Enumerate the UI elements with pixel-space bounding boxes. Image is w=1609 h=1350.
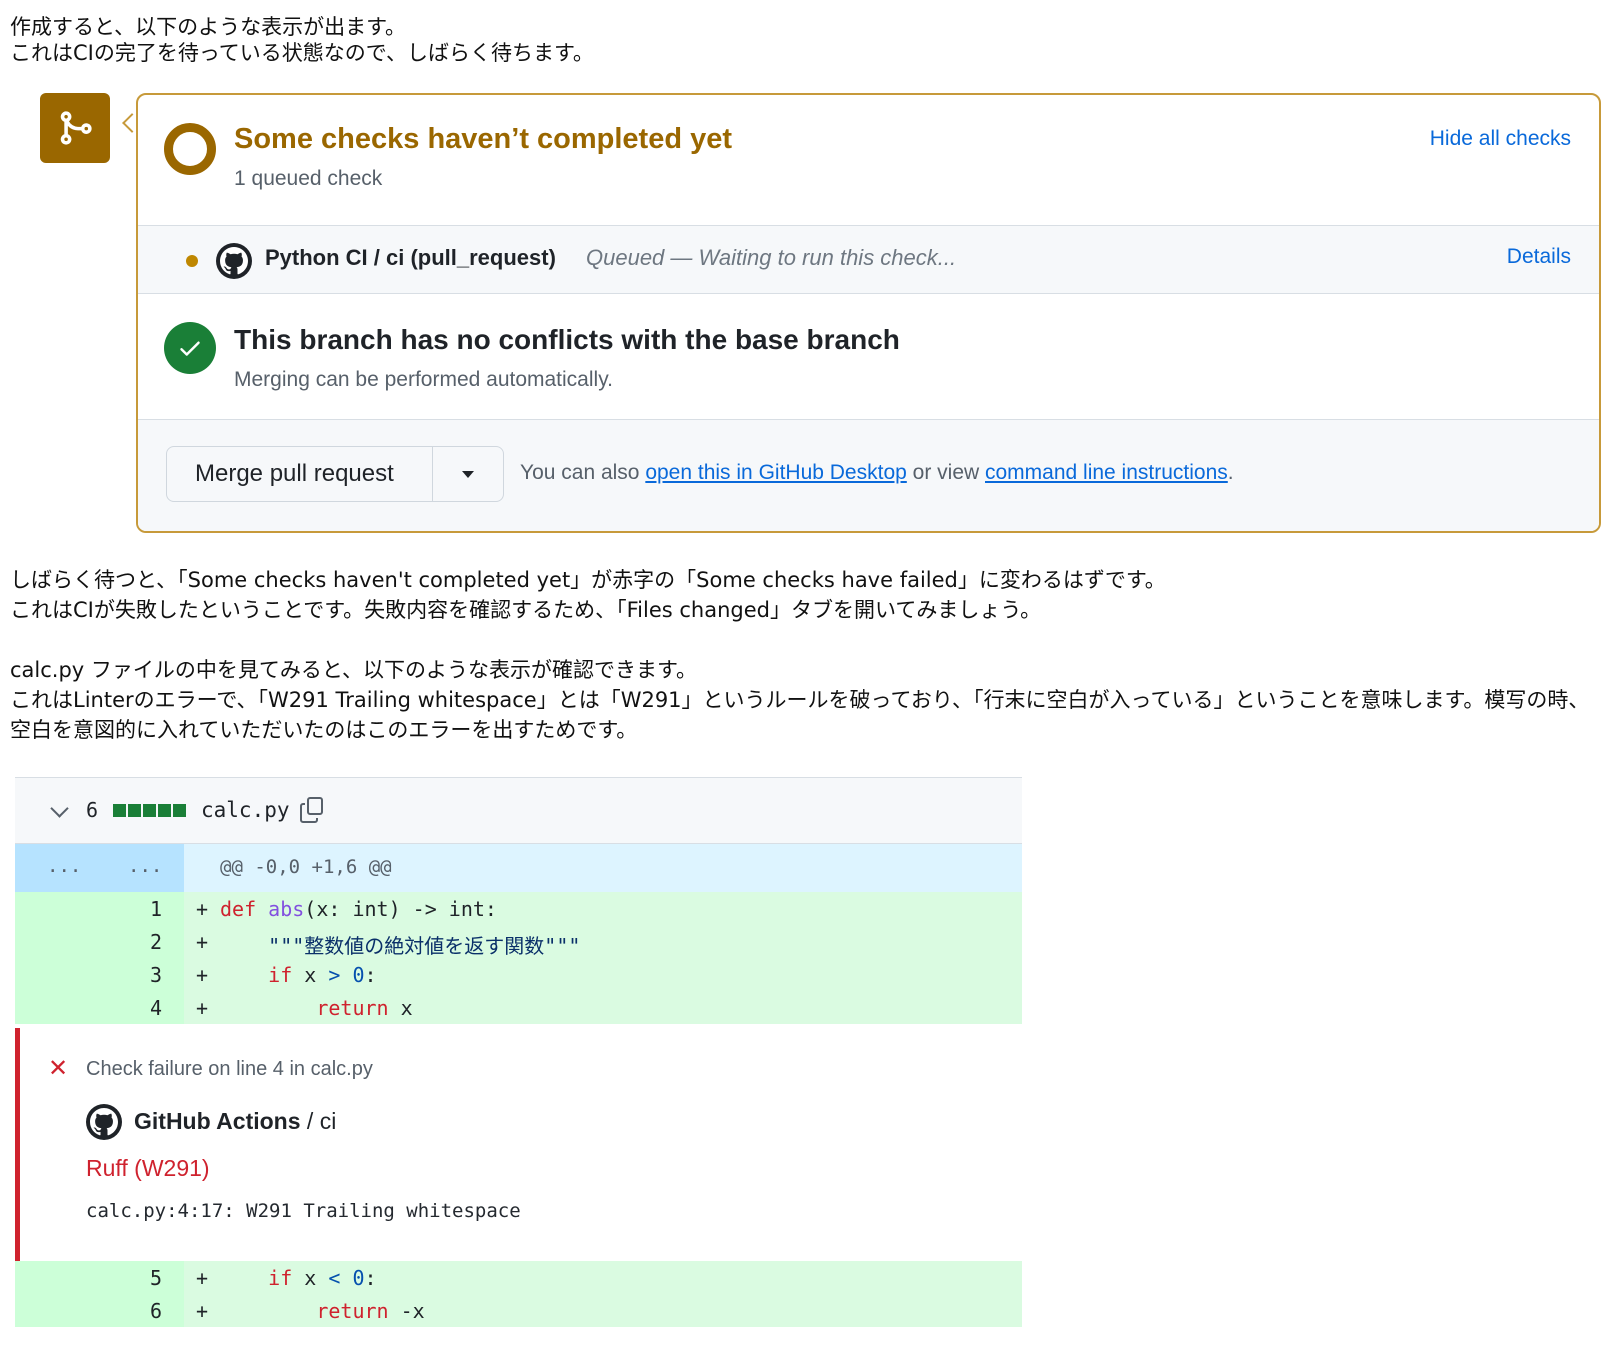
pending-ring-icon bbox=[164, 123, 216, 175]
diff-line: 4 + return x bbox=[15, 991, 1022, 1024]
annotation-message: calc.py:4:17: W291 Trailing whitespace bbox=[86, 1200, 521, 1222]
intro-paragraph: 作成すると、以下のような表示が出ます。 これはCIの完了を待っている状態なので、… bbox=[10, 12, 594, 68]
copy-icon[interactable] bbox=[299, 796, 325, 824]
hunk-expand-right[interactable]: ... bbox=[128, 855, 162, 877]
line-sign: + bbox=[196, 963, 209, 987]
files-line-1: calc.py ファイルの中を見てみると、以下のような表示が確認できます。 bbox=[10, 658, 697, 682]
checks-subtitle: 1 queued check bbox=[234, 167, 383, 190]
line-number[interactable]: 1 bbox=[150, 897, 162, 921]
also-text-middle: or view bbox=[906, 461, 985, 484]
line-sign: + bbox=[196, 897, 209, 921]
line-number[interactable]: 2 bbox=[150, 930, 162, 954]
line-code: if x > 0: bbox=[268, 963, 377, 987]
hunk-text: @@ -0,0 +1,6 @@ bbox=[220, 856, 392, 878]
line-number[interactable]: 6 bbox=[150, 1299, 162, 1323]
diff-panel: 6 calc.py ... ... @@ -0,0 +1,6 @@ 1 + de… bbox=[15, 777, 1022, 1347]
files-line-2: これはLinterのエラーで、「W291 Trailing whitespace… bbox=[10, 688, 1590, 742]
line-gutter: 6 bbox=[15, 1294, 184, 1327]
check-row: Python CI / ci (pull_request) Queued — W… bbox=[138, 226, 1599, 294]
hunk-expand-gutter[interactable]: ... ... bbox=[15, 844, 184, 892]
line-sign: + bbox=[196, 1266, 209, 1290]
also-text-prefix: You can also bbox=[520, 461, 646, 484]
line-number[interactable]: 4 bbox=[150, 996, 162, 1020]
merge-button-group: Merge pull request bbox=[166, 446, 504, 502]
git-merge-icon bbox=[40, 93, 110, 163]
hide-all-checks-link[interactable]: Hide all checks bbox=[1430, 127, 1571, 151]
annotation-app-suffix: / ci bbox=[300, 1108, 337, 1134]
line-gutter: 5 bbox=[15, 1261, 184, 1294]
line-sign: + bbox=[196, 930, 209, 954]
explanation-line-1: しばらく待つと、「Some checks haven't completed y… bbox=[10, 568, 1166, 592]
annotation-app: GitHub Actions / ci bbox=[134, 1108, 336, 1135]
change-count: 6 bbox=[86, 798, 99, 822]
files-paragraph: calc.py ファイルの中を見てみると、以下のような表示が確認できます。 これ… bbox=[10, 655, 1600, 745]
line-code: """整数値の絶対値を返す関数""" bbox=[268, 934, 581, 958]
check-failure-annotation: ✕ Check failure on line 4 in calc.py Git… bbox=[15, 1028, 1022, 1261]
command-line-link[interactable]: command line instructions bbox=[985, 461, 1228, 484]
annotation-app-name[interactable]: GitHub Actions bbox=[134, 1108, 301, 1134]
details-link[interactable]: Details bbox=[1507, 245, 1571, 269]
alternate-options-text: You can also open this in GitHub Desktop… bbox=[520, 461, 1234, 485]
line-sign: + bbox=[196, 996, 209, 1020]
diff-lines-bottom: 5 + if x < 0: 6 + return -x bbox=[15, 1261, 1022, 1327]
merge-box: Some checks haven’t completed yet 1 queu… bbox=[136, 93, 1601, 533]
line-code: def abs(x: int) -> int: bbox=[220, 897, 497, 921]
annotation-rule: Ruff (W291) bbox=[86, 1155, 210, 1181]
check-status: Queued — Waiting to run this check... bbox=[586, 245, 957, 270]
chevron-down-icon[interactable] bbox=[50, 799, 69, 818]
github-logo-icon bbox=[216, 243, 252, 279]
line-gutter: 1 bbox=[15, 892, 184, 925]
github-desktop-link[interactable]: open this in GitHub Desktop bbox=[645, 461, 906, 484]
diff-line: 5 + if x < 0: bbox=[15, 1261, 1022, 1294]
diff-line: 2 + """整数値の絶対値を返す関数""" bbox=[15, 925, 1022, 958]
line-gutter: 2 bbox=[15, 925, 184, 958]
explanation-line-2: これはCIが失敗したということです。失敗内容を確認するため、「Files cha… bbox=[10, 598, 1042, 622]
x-icon: ✕ bbox=[48, 1055, 69, 1082]
file-name[interactable]: calc.py bbox=[201, 798, 290, 822]
file-header: 6 calc.py bbox=[15, 778, 1022, 844]
check-icon bbox=[164, 322, 216, 374]
line-gutter: 4 bbox=[15, 991, 184, 1024]
branch-subtitle: Merging can be performed automatically. bbox=[234, 368, 613, 391]
merge-options-dropdown[interactable] bbox=[433, 447, 503, 501]
diff-line: 1 + def abs(x: int) -> int: bbox=[15, 892, 1022, 925]
diffstat-bars bbox=[113, 804, 186, 817]
line-sign: + bbox=[196, 1299, 209, 1323]
github-logo-icon bbox=[86, 1104, 122, 1140]
annotation-title: Check failure on line 4 in calc.py bbox=[86, 1058, 373, 1080]
line-number[interactable]: 5 bbox=[150, 1266, 162, 1290]
checks-title: Some checks haven’t completed yet bbox=[234, 123, 733, 155]
line-gutter: 3 bbox=[15, 958, 184, 991]
queued-dot-icon bbox=[186, 255, 198, 267]
intro-line-2: これはCIの完了を待っている状態なので、しばらく待ちます。 bbox=[10, 41, 594, 65]
branch-title: This branch has no conflicts with the ba… bbox=[234, 324, 900, 355]
diff-line: 6 + return -x bbox=[15, 1294, 1022, 1327]
line-code: return x bbox=[316, 996, 413, 1020]
diff-lines-top: 1 + def abs(x: int) -> int: 2 + """整数値の絶… bbox=[15, 892, 1022, 1024]
line-code: if x < 0: bbox=[268, 1266, 377, 1290]
line-code: return -x bbox=[316, 1299, 425, 1323]
checks-header: Some checks haven’t completed yet 1 queu… bbox=[138, 95, 1599, 226]
hunk-header: ... ... @@ -0,0 +1,6 @@ bbox=[15, 844, 1022, 892]
also-text-suffix: . bbox=[1227, 461, 1234, 484]
caret-down-icon bbox=[462, 470, 474, 478]
line-number[interactable]: 3 bbox=[150, 963, 162, 987]
hunk-expand-left[interactable]: ... bbox=[47, 855, 81, 877]
diff-line: 3 + if x > 0: bbox=[15, 958, 1022, 991]
explanation-paragraph: しばらく待つと、「Some checks haven't completed y… bbox=[10, 565, 1166, 625]
check-name: Python CI / ci (pull_request) bbox=[265, 245, 556, 270]
branch-status-row: This branch has no conflicts with the ba… bbox=[138, 294, 1599, 420]
merge-action-row: Merge pull request You can also open thi… bbox=[138, 420, 1599, 531]
merge-pull-request-button[interactable]: Merge pull request bbox=[167, 447, 433, 501]
